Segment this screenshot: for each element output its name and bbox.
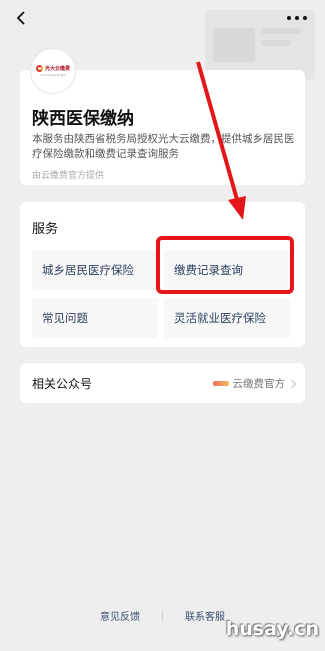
highlight-box xyxy=(156,236,294,294)
services-heading: 服务 xyxy=(32,222,59,237)
service-item-rural-insurance[interactable]: 城乡居民医疗保险 xyxy=(32,250,158,290)
more-dots-icon[interactable] xyxy=(287,15,307,21)
page: 光大云缴费 China Everbright 陕西医保缴纳 本服务由陕西省税务局… xyxy=(0,0,325,651)
service-item-faq[interactable]: 常见问题 xyxy=(32,298,158,338)
account-logo-icon xyxy=(212,381,229,386)
service-description: 本服务由陕西省税务局授权光大云缴费，提供城乡居民医疗保险缴款和缴费记录查询服务 xyxy=(32,133,295,160)
back-chevron-icon[interactable] xyxy=(14,10,30,26)
related-account-label: 相关公众号 xyxy=(32,377,93,391)
customer-service-link[interactable]: 联系客服 xyxy=(185,608,225,623)
brand-logo: 光大云缴费 China Everbright xyxy=(30,48,76,94)
provider-note: 由云缴费官方提供 xyxy=(32,171,105,181)
page-title: 陕西医保缴纳 xyxy=(32,109,134,129)
related-account-row[interactable]: 相关公众号 云缴费官方 xyxy=(20,363,305,403)
watermark: husay.cn xyxy=(225,618,319,640)
chevron-right-icon xyxy=(287,379,297,388)
feedback-link[interactable]: 意见反馈 xyxy=(100,608,140,623)
related-account-value: 云缴费官方 xyxy=(212,376,297,391)
service-item-flexible-employment[interactable]: 灵活就业医疗保险 xyxy=(164,298,290,338)
